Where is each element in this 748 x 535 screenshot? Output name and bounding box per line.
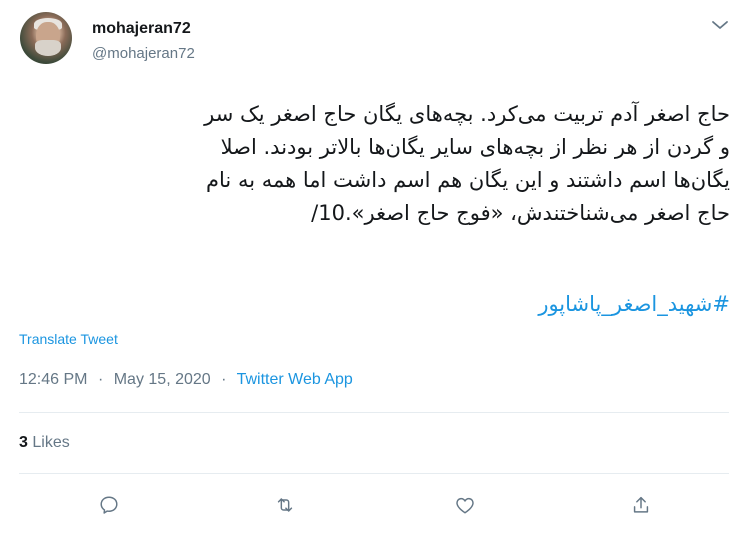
display-name[interactable]: mohajeran72	[92, 20, 191, 38]
likes-count: 3	[19, 434, 28, 451]
chevron-down-icon[interactable]	[710, 18, 730, 32]
share-icon	[633, 496, 649, 513]
divider	[19, 473, 729, 474]
user-handle[interactable]: @mohajeran72	[92, 45, 195, 62]
translate-tweet-link[interactable]: Translate Tweet	[19, 331, 118, 347]
tweet-source-link[interactable]: Twitter Web App	[237, 371, 353, 388]
tweet-text: حاج اصغر آدم تربیت می‌کرد. بچه‌های یگان …	[204, 102, 730, 225]
retweet-icon	[277, 498, 293, 512]
reply-button[interactable]	[94, 490, 124, 520]
tweet-metadata: 12:46 PM · May 15, 2020 · Twitter Web Ap…	[19, 371, 353, 389]
reply-icon	[100, 496, 118, 514]
tweet-card: mohajeran72 @mohajeran72 حاج اصغر آدم تر…	[0, 0, 748, 535]
likes-label: Likes	[32, 434, 70, 451]
tweet-time[interactable]: 12:46 PM	[19, 371, 87, 388]
likes-stat[interactable]: 3 Likes	[19, 434, 70, 452]
meta-separator: ·	[97, 371, 104, 388]
divider	[19, 412, 729, 413]
like-button[interactable]	[450, 490, 480, 520]
retweet-button[interactable]	[270, 490, 300, 520]
avatar[interactable]	[20, 12, 72, 64]
share-button[interactable]	[626, 490, 656, 520]
tweet-date[interactable]: May 15, 2020	[114, 371, 211, 388]
meta-separator: ·	[221, 371, 227, 388]
heart-icon	[456, 497, 474, 514]
avatar-beard	[35, 40, 61, 56]
hashtag-link[interactable]: #شهید_اصغر_پاشاپور	[538, 292, 730, 316]
